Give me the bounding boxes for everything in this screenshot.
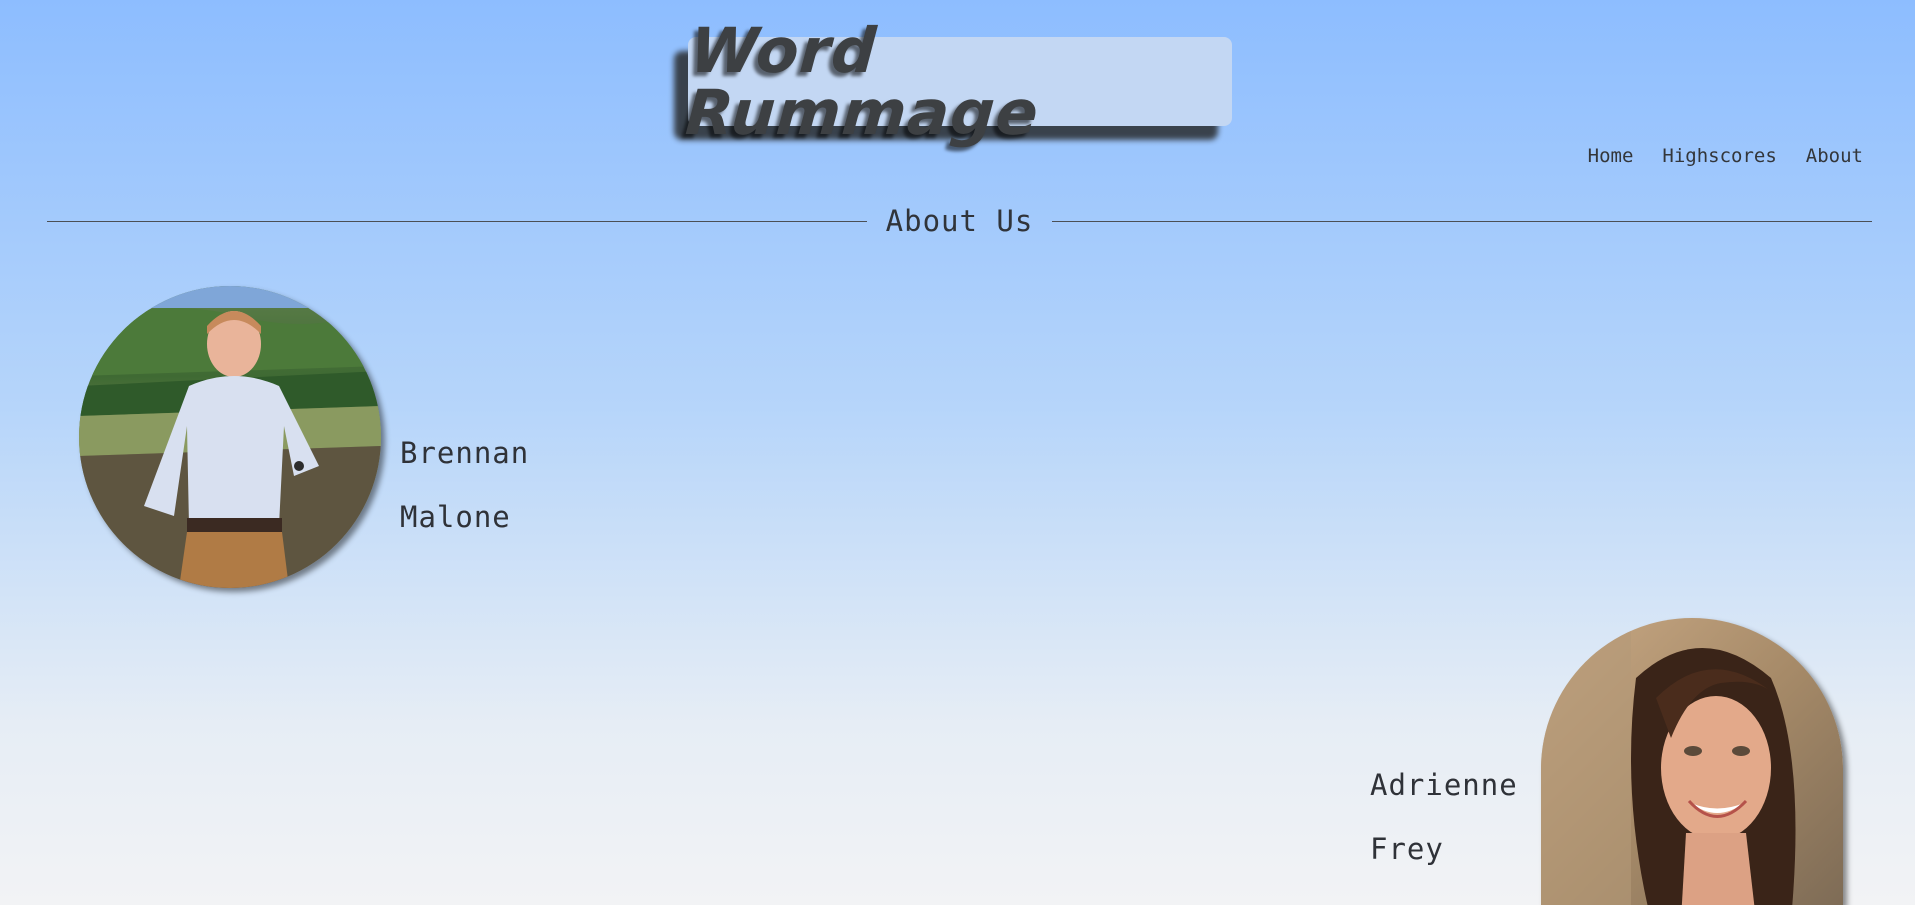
page-title: About Us xyxy=(885,204,1034,238)
member-first-name: Brennan xyxy=(400,436,530,470)
member-last-name: Malone xyxy=(400,500,511,534)
member-name: Brennan Malone xyxy=(400,405,529,565)
site-logo[interactable]: Word Rummage xyxy=(674,14,1232,149)
main-nav: Home Highscores About xyxy=(1588,145,1863,167)
member-last-name: Frey xyxy=(1370,832,1444,866)
member-photo-illustration xyxy=(1541,618,1843,905)
logo-box: Word Rummage xyxy=(683,14,1232,149)
member-name: Adrienne Frey xyxy=(1370,737,1518,897)
logo-text: Word Rummage xyxy=(683,13,1042,149)
member-photo xyxy=(1541,618,1843,905)
member-first-name: Adrienne xyxy=(1370,768,1518,802)
nav-highscores-link[interactable]: Highscores xyxy=(1662,145,1776,167)
divider-left xyxy=(47,220,867,222)
member-photo-illustration xyxy=(79,286,381,588)
section-header: About Us xyxy=(47,204,1872,238)
divider-right xyxy=(1052,220,1872,222)
nav-about-link[interactable]: About xyxy=(1806,145,1863,167)
member-photo xyxy=(79,286,381,588)
nav-home-link[interactable]: Home xyxy=(1588,145,1634,167)
